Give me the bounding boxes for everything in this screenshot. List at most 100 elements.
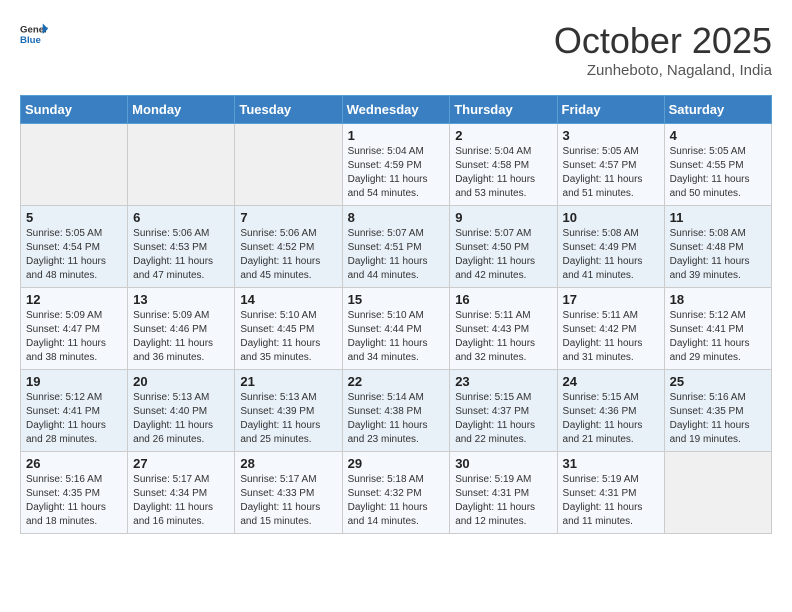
calendar-cell: 20Sunrise: 5:13 AM Sunset: 4:40 PM Dayli…	[128, 370, 235, 452]
day-number: 19	[26, 374, 122, 389]
day-number: 30	[455, 456, 551, 471]
calendar-cell: 2Sunrise: 5:04 AM Sunset: 4:58 PM Daylig…	[450, 124, 557, 206]
cell-content: Sunrise: 5:11 AM Sunset: 4:43 PM Dayligh…	[455, 309, 551, 365]
day-number: 28	[240, 456, 336, 471]
cell-content: Sunrise: 5:09 AM Sunset: 4:46 PM Dayligh…	[133, 309, 229, 365]
day-number: 1	[348, 128, 445, 143]
day-number: 27	[133, 456, 229, 471]
calendar-cell: 17Sunrise: 5:11 AM Sunset: 4:42 PM Dayli…	[557, 288, 664, 370]
calendar-cell: 29 Sunrise: 5:18 AM Sunset: 4:32 PM Dayli…	[342, 452, 450, 534]
day-number: 12	[26, 292, 122, 307]
calendar-cell: 4 Sunrise: 5:05 AM Sunset: 4:55 PM Daylig…	[664, 124, 771, 206]
cell-content: Sunrise: 5:05 AM Sunset: 4:55 PM Dayligh…	[670, 145, 766, 201]
calendar-cell: 23 Sunrise: 5:15 AM Sunset: 4:37 PM Dayli…	[450, 370, 557, 452]
calendar-cell: 12 Sunrise: 5:09 AM Sunset: 4:47 PM Dayli…	[21, 288, 128, 370]
day-number: 14	[240, 292, 336, 307]
day-number: 2	[455, 128, 551, 143]
day-number: 24	[563, 374, 659, 389]
calendar-header-row: SundayMondayTuesdayWednesdayThursdayFrid…	[21, 96, 772, 124]
cell-content: Sunrise: 5:08 AM Sunset: 4:49 PM Dayligh…	[563, 227, 659, 283]
location-subtitle: Zunheboto, Nagaland, India	[554, 62, 772, 79]
day-number: 11	[670, 210, 766, 225]
calendar-cell: 25 Sunrise: 5:16 AM Sunset: 4:35 PM Dayli…	[664, 370, 771, 452]
day-header-tuesday: Tuesday	[235, 96, 342, 124]
day-number: 25	[670, 374, 766, 389]
day-number: 9	[455, 210, 551, 225]
cell-content: Sunrise: 5:19 AM Sunset: 4:31 PM Dayligh…	[563, 473, 659, 529]
month-title: October 2025	[554, 20, 772, 62]
calendar-cell: 16 Sunrise: 5:11 AM Sunset: 4:43 PM Dayli…	[450, 288, 557, 370]
day-header-sunday: Sunday	[21, 96, 128, 124]
cell-content: Sunrise: 5:17 AM Sunset: 4:33 PM Dayligh…	[240, 473, 336, 529]
day-header-wednesday: Wednesday	[342, 96, 450, 124]
cell-content: Sunrise: 5:19 AM Sunset: 4:31 PM Dayligh…	[455, 473, 551, 529]
calendar-cell: 19 Sunrise: 5:12 AM Sunset: 4:41 PM Dayli…	[21, 370, 128, 452]
day-header-friday: Friday	[557, 96, 664, 124]
calendar-cell: 30 Sunrise: 5:19 AM Sunset: 4:31 PM Dayli…	[450, 452, 557, 534]
cell-content: Sunrise: 5:15 AM Sunset: 4:36 PM Dayligh…	[563, 391, 659, 447]
day-number: 20	[133, 374, 229, 389]
calendar-week-3: 12 Sunrise: 5:09 AM Sunset: 4:47 PM Dayli…	[21, 288, 772, 370]
title-block: October 2025 Zunheboto, Nagaland, India	[554, 20, 772, 79]
svg-text:Blue: Blue	[20, 35, 41, 46]
cell-content: Sunrise: 5:10 AM Sunset: 4:45 PM Dayligh…	[240, 309, 336, 365]
day-number: 8	[348, 210, 445, 225]
day-number: 17	[563, 292, 659, 307]
logo-icon: General Blue	[20, 20, 48, 48]
day-number: 10	[563, 210, 659, 225]
calendar-week-2: 5Sunrise: 5:05 AM Sunset: 4:54 PM Daylig…	[21, 206, 772, 288]
calendar-cell: 5Sunrise: 5:05 AM Sunset: 4:54 PM Daylig…	[21, 206, 128, 288]
day-number: 15	[348, 292, 445, 307]
cell-content: Sunrise: 5:17 AM Sunset: 4:34 PM Dayligh…	[133, 473, 229, 529]
day-number: 29	[348, 456, 445, 471]
calendar-week-5: 26Sunrise: 5:16 AM Sunset: 4:35 PM Dayli…	[21, 452, 772, 534]
cell-content: Sunrise: 5:06 AM Sunset: 4:53 PM Dayligh…	[133, 227, 229, 283]
cell-content: Sunrise: 5:09 AM Sunset: 4:47 PM Dayligh…	[26, 309, 122, 365]
calendar-cell	[664, 452, 771, 534]
calendar-cell	[235, 124, 342, 206]
calendar-cell: 10 Sunrise: 5:08 AM Sunset: 4:49 PM Dayli…	[557, 206, 664, 288]
calendar-cell: 6 Sunrise: 5:06 AM Sunset: 4:53 PM Daylig…	[128, 206, 235, 288]
cell-content: Sunrise: 5:13 AM Sunset: 4:39 PM Dayligh…	[240, 391, 336, 447]
cell-content: Sunrise: 5:12 AM Sunset: 4:41 PM Dayligh…	[670, 309, 766, 365]
calendar-cell: 15 Sunrise: 5:10 AM Sunset: 4:44 PM Dayli…	[342, 288, 450, 370]
calendar-cell	[128, 124, 235, 206]
day-number: 23	[455, 374, 551, 389]
day-number: 26	[26, 456, 122, 471]
cell-content: Sunrise: 5:16 AM Sunset: 4:35 PM Dayligh…	[670, 391, 766, 447]
cell-content: Sunrise: 5:18 AM Sunset: 4:32 PM Dayligh…	[348, 473, 445, 529]
day-number: 5	[26, 210, 122, 225]
calendar-cell: 27 Sunrise: 5:17 AM Sunset: 4:34 PM Dayli…	[128, 452, 235, 534]
calendar-cell: 8 Sunrise: 5:07 AM Sunset: 4:51 PM Daylig…	[342, 206, 450, 288]
day-number: 16	[455, 292, 551, 307]
day-header-saturday: Saturday	[664, 96, 771, 124]
cell-content: Sunrise: 5:15 AM Sunset: 4:37 PM Dayligh…	[455, 391, 551, 447]
calendar-cell: 14 Sunrise: 5:10 AM Sunset: 4:45 PM Dayli…	[235, 288, 342, 370]
calendar-cell: 7 Sunrise: 5:06 AM Sunset: 4:52 PM Daylig…	[235, 206, 342, 288]
cell-content: Sunrise: 5:04 AM Sunset: 4:59 PM Dayligh…	[348, 145, 445, 201]
day-header-monday: Monday	[128, 96, 235, 124]
day-number: 4	[670, 128, 766, 143]
cell-content: Sunrise: 5:07 AM Sunset: 4:50 PM Dayligh…	[455, 227, 551, 283]
calendar-cell: 26Sunrise: 5:16 AM Sunset: 4:35 PM Dayli…	[21, 452, 128, 534]
day-number: 21	[240, 374, 336, 389]
day-number: 7	[240, 210, 336, 225]
calendar-cell: 3 Sunrise: 5:05 AM Sunset: 4:57 PM Daylig…	[557, 124, 664, 206]
day-number: 18	[670, 292, 766, 307]
cell-content: Sunrise: 5:07 AM Sunset: 4:51 PM Dayligh…	[348, 227, 445, 283]
calendar-cell: 31Sunrise: 5:19 AM Sunset: 4:31 PM Dayli…	[557, 452, 664, 534]
calendar-week-1: 1 Sunrise: 5:04 AM Sunset: 4:59 PM Daylig…	[21, 124, 772, 206]
cell-content: Sunrise: 5:05 AM Sunset: 4:57 PM Dayligh…	[563, 145, 659, 201]
cell-content: Sunrise: 5:08 AM Sunset: 4:48 PM Dayligh…	[670, 227, 766, 283]
day-number: 6	[133, 210, 229, 225]
page-header: General Blue October 2025 Zunheboto, Nag…	[20, 20, 772, 79]
day-header-thursday: Thursday	[450, 96, 557, 124]
day-number: 3	[563, 128, 659, 143]
calendar-cell: 9 Sunrise: 5:07 AM Sunset: 4:50 PM Daylig…	[450, 206, 557, 288]
cell-content: Sunrise: 5:06 AM Sunset: 4:52 PM Dayligh…	[240, 227, 336, 283]
day-number: 22	[348, 374, 445, 389]
calendar-cell: 21 Sunrise: 5:13 AM Sunset: 4:39 PM Dayli…	[235, 370, 342, 452]
cell-content: Sunrise: 5:12 AM Sunset: 4:41 PM Dayligh…	[26, 391, 122, 447]
calendar-cell: 18 Sunrise: 5:12 AM Sunset: 4:41 PM Dayli…	[664, 288, 771, 370]
cell-content: Sunrise: 5:10 AM Sunset: 4:44 PM Dayligh…	[348, 309, 445, 365]
